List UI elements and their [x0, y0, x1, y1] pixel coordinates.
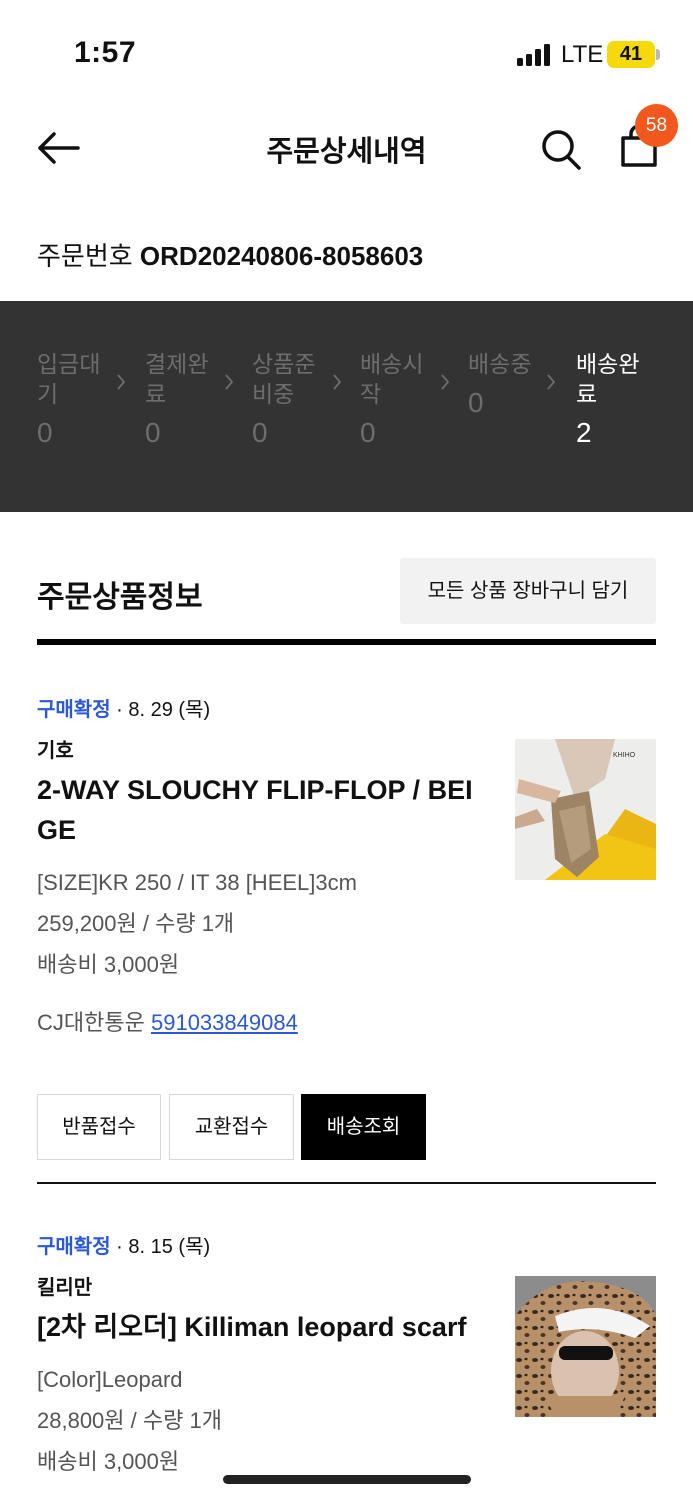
courier-info: CJ대한통운 591033849084: [37, 1008, 656, 1038]
step-count: 0: [145, 417, 161, 448]
signal-icon: [517, 44, 551, 66]
network-type: LTE: [561, 41, 604, 68]
home-indicator[interactable]: [223, 1475, 471, 1484]
section-title: 주문상품정보: [37, 581, 203, 614]
order-item: 구매확정 · 8. 29 (목) 기호 2-WAY SLOUCHY FLIP-F…: [37, 696, 656, 1160]
item-shipping-fee: 배송비 3,000원: [37, 952, 180, 977]
exchange-request-button[interactable]: 교환접수: [169, 1094, 294, 1160]
track-delivery-button[interactable]: 배송조회: [301, 1094, 426, 1160]
add-all-to-cart-button[interactable]: 모든 상품 장바구니 담기: [400, 558, 656, 624]
step-in-transit: 배송중 0: [468, 349, 542, 419]
item-name[interactable]: 2-WAY SLOUCHY FLIP-FLOP / BEIGE: [37, 770, 487, 850]
chevron-right-icon: [547, 374, 556, 390]
section-divider: [37, 639, 656, 645]
search-button[interactable]: [538, 124, 584, 172]
app-header: 주문상세내역: [0, 100, 693, 195]
step-label: 결제완료: [145, 351, 209, 407]
step-delivered: 배송완료 2: [576, 349, 650, 449]
chevron-right-icon: [333, 374, 342, 390]
step-label: 배송완료: [576, 351, 640, 407]
delivery-progress: 입금대기 0 결제완료 0 상품준비중 0 배송시작 0 배송중 0 배송완료 …: [0, 301, 693, 512]
step-label: 상품준비중: [252, 351, 316, 407]
step-count: 0: [468, 387, 484, 418]
status-bar: 1:57 LTE 41: [0, 0, 693, 100]
chevron-right-icon: [441, 374, 450, 390]
item-date: · 8. 29 (목): [116, 699, 211, 721]
item-price: 259,200원 / 수량 1개: [37, 911, 235, 936]
order-number-value: ORD20240806-8058603: [139, 241, 424, 271]
page-title: 주문상세내역: [266, 136, 427, 168]
item-status-line: 구매확정 · 8. 29 (목): [37, 696, 656, 724]
product-thumbnail[interactable]: KHIHO: [515, 739, 656, 880]
search-icon: [542, 130, 581, 170]
courier-name: CJ대한통운: [37, 1010, 145, 1035]
status-time: 1:57: [74, 36, 137, 69]
item-date: · 8. 15 (목): [116, 1236, 211, 1258]
step-count: 0: [37, 417, 53, 448]
step-count: 2: [576, 417, 592, 448]
item-status-line: 구매확정 · 8. 15 (목): [37, 1233, 656, 1261]
product-thumbnail[interactable]: [515, 1276, 656, 1417]
chevron-right-icon: [117, 374, 126, 390]
battery-icon: 41: [607, 41, 655, 68]
cart-count-badge: 58: [635, 104, 678, 147]
item-name[interactable]: [2차 리오더] Killiman leopard scarf: [37, 1307, 487, 1347]
order-number: 주문번호 ORD20240806-8058603: [37, 236, 423, 273]
step-label: 입금대기: [37, 351, 101, 407]
step-label: 배송시작: [360, 351, 424, 407]
step-label: 배송중: [468, 351, 532, 377]
item-divider: [37, 1182, 656, 1184]
step-count: 0: [252, 417, 268, 448]
order-number-label: 주문번호: [37, 241, 133, 271]
battery-level: 41: [619, 43, 643, 65]
step-awaiting-deposit: 입금대기 0: [37, 349, 111, 449]
thumb-brand-mark: KHIHO: [613, 752, 636, 759]
step-shipping-started: 배송시작 0: [360, 349, 434, 449]
chevron-right-icon: [225, 374, 234, 390]
order-item: 구매확정 · 8. 15 (목) 킬리만 [2차 리오더] Killiman l…: [37, 1233, 656, 1482]
step-count: 0: [360, 417, 376, 448]
purchase-confirmed-label: 구매확정: [37, 699, 111, 721]
product-image: [515, 1276, 656, 1417]
return-request-button[interactable]: 반품접수: [37, 1094, 161, 1160]
product-image: KHIHO: [515, 739, 656, 880]
step-preparing: 상품준비중 0: [252, 349, 326, 449]
battery-tip: [656, 49, 660, 60]
purchase-confirmed-label: 구매확정: [37, 1236, 111, 1258]
tracking-number-link[interactable]: 591033849084: [151, 1010, 298, 1035]
step-payment-complete: 결제완료 0: [145, 349, 219, 449]
